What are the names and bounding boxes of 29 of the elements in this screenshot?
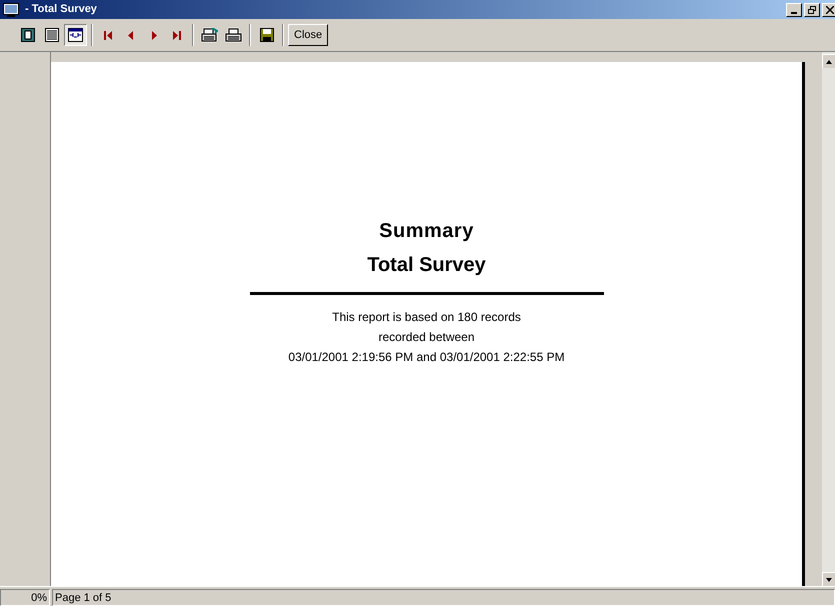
- zoom-status: 0%: [0, 588, 50, 606]
- fit-page-icon: [68, 28, 83, 42]
- first-page-icon: [104, 30, 112, 40]
- close-icon: [826, 6, 834, 14]
- window-title: - Total Survey: [25, 2, 97, 18]
- last-page-icon: [173, 30, 181, 40]
- scrollbar[interactable]: [822, 52, 835, 586]
- report-text: 03/01/2001 2:19:56 PM and 03/01/2001 2:22:55 PM: [288, 349, 565, 366]
- lines-page-icon: [44, 28, 58, 42]
- scroll-down-icon: [826, 578, 832, 582]
- printer-icon: [225, 28, 242, 42]
- page-status: Page 1 of 5: [52, 588, 835, 606]
- close-window-button[interactable]: [822, 2, 835, 16]
- minimize-icon: [791, 12, 797, 14]
- window-icon: [3, 2, 19, 16]
- restore-button[interactable]: [804, 2, 820, 16]
- scroll-up-icon: [826, 60, 832, 64]
- previous-page-icon: [127, 30, 135, 40]
- minimize-button[interactable]: [786, 2, 802, 16]
- next-page-icon: [150, 30, 158, 40]
- restore-icon: [808, 6, 816, 14]
- report-text: recorded between: [378, 329, 475, 346]
- report-text: This report is based on 180 records: [332, 309, 521, 326]
- report-title: Summary: [379, 219, 474, 244]
- report-subtitle: Total Survey: [367, 253, 486, 278]
- view-button[interactable]: [64, 24, 87, 46]
- close-button[interactable]: Close: [288, 24, 328, 46]
- single-page-icon: [20, 28, 34, 42]
- printer-setup-icon: [201, 28, 218, 42]
